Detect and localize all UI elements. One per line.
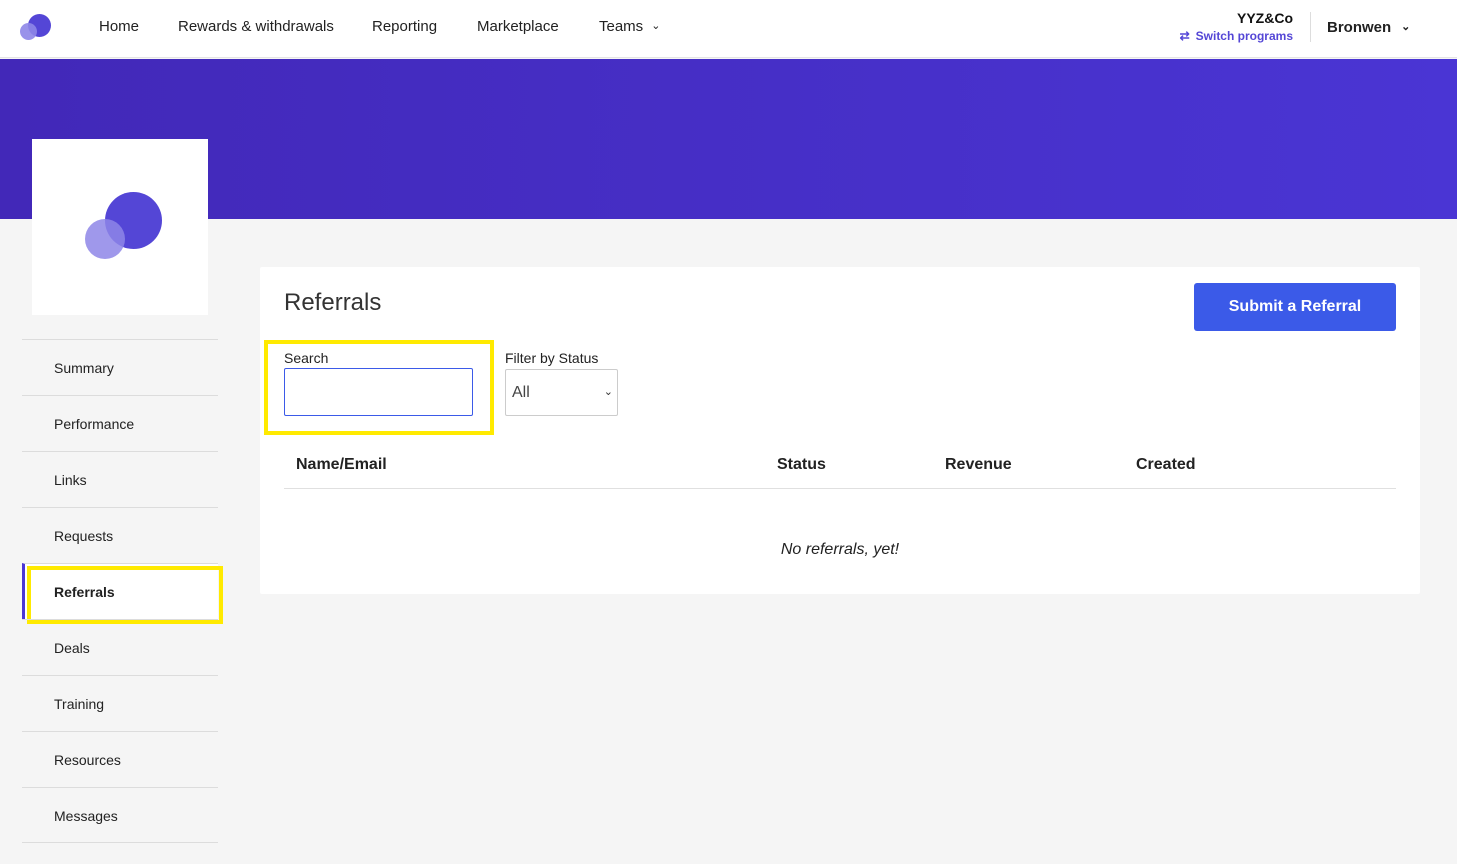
program-switcher: YYZ&Co ⇄ Switch programs <box>1180 10 1293 43</box>
column-header-revenue[interactable]: Revenue <box>945 456 1012 474</box>
sidebar-item-requests[interactable]: Requests <box>22 507 218 563</box>
sidebar-item-performance[interactable]: Performance <box>22 395 218 451</box>
column-header-status[interactable]: Status <box>777 456 826 474</box>
logo-icon[interactable] <box>20 14 52 42</box>
chevron-down-icon: ⌄ <box>651 20 661 32</box>
sidebar-item-training[interactable]: Training <box>22 675 218 731</box>
chevron-down-icon: ⌄ <box>1401 21 1411 33</box>
program-logo <box>32 139 208 315</box>
sidebar-item-messages[interactable]: Messages <box>22 787 218 843</box>
shuffle-icon: ⇄ <box>1179 29 1190 43</box>
chevron-down-icon: ⌄ <box>603 386 613 398</box>
submit-referral-button[interactable]: Submit a Referral <box>1194 283 1396 331</box>
referrals-card: Referrals Submit a Referral Search Filte… <box>260 267 1420 594</box>
top-navbar: Home Rewards & withdrawals Reporting Mar… <box>0 0 1457 58</box>
status-filter-select[interactable]: All ⌄ <box>505 369 618 416</box>
program-banner <box>0 59 1457 219</box>
sidebar-item-referrals[interactable]: Referrals <box>22 563 223 624</box>
sidebar-item-links[interactable]: Links <box>22 451 218 507</box>
empty-state-message: No referrals, yet! <box>780 541 900 558</box>
user-name: Bronwen <box>1327 19 1392 36</box>
nav-home[interactable]: Home <box>99 18 139 35</box>
page-title: Referrals <box>284 289 382 316</box>
status-filter-value: All <box>512 384 530 401</box>
nav-teams[interactable]: Teams ⌄ <box>599 18 660 35</box>
switch-programs-label: Switch programs <box>1195 29 1293 43</box>
nav-marketplace[interactable]: Marketplace <box>477 18 559 35</box>
table-header-divider <box>284 488 1396 489</box>
sidebar: Summary Performance Links Requests Refer… <box>22 339 223 843</box>
nav-teams-label: Teams <box>599 18 644 35</box>
sidebar-item-resources[interactable]: Resources <box>22 731 218 787</box>
nav-rewards-withdrawals[interactable]: Rewards & withdrawals <box>178 18 334 35</box>
nav-divider <box>1310 12 1311 42</box>
search-label: Search <box>284 350 329 366</box>
search-input[interactable] <box>284 368 473 416</box>
column-header-created[interactable]: Created <box>1136 456 1196 474</box>
nav-reporting[interactable]: Reporting <box>372 18 437 35</box>
user-menu[interactable]: Bronwen ⌄ <box>1327 19 1410 36</box>
column-header-name-email[interactable]: Name/Email <box>296 456 387 474</box>
sidebar-item-deals[interactable]: Deals <box>22 619 218 675</box>
switch-programs-link[interactable]: ⇄ Switch programs <box>1180 29 1293 43</box>
sidebar-item-summary[interactable]: Summary <box>22 339 218 395</box>
filter-status-label: Filter by Status <box>505 350 599 366</box>
org-name: YYZ&Co <box>1237 10 1293 26</box>
